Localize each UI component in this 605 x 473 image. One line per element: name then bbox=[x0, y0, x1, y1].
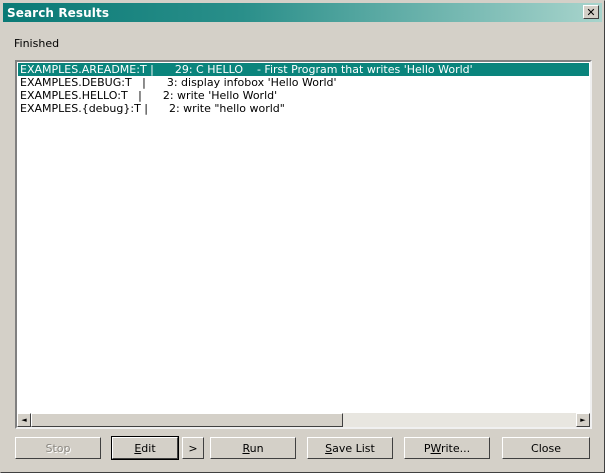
edit-button-label: Edit bbox=[134, 441, 156, 455]
more-button[interactable]: > bbox=[182, 437, 204, 459]
scrollbar-thumb[interactable] bbox=[31, 413, 343, 427]
more-button-label: > bbox=[188, 441, 198, 455]
save-list-button-label: Save List bbox=[325, 441, 375, 455]
result-item[interactable]: EXAMPLES.{debug}:T | 2: write "hello wor… bbox=[18, 102, 589, 115]
arrow-right-icon: ► bbox=[580, 415, 586, 424]
results-list[interactable]: EXAMPLES.AREADME:T | 29: C HELLO - First… bbox=[15, 60, 592, 429]
window-title: Search Results bbox=[7, 5, 110, 20]
close-button[interactable]: Close bbox=[502, 437, 590, 459]
save-list-button[interactable]: Save List bbox=[307, 437, 393, 459]
scroll-right-button[interactable]: ► bbox=[576, 413, 590, 427]
run-button[interactable]: Run bbox=[210, 437, 296, 459]
edit-button[interactable]: Edit bbox=[111, 436, 179, 460]
pwrite-button[interactable]: PWrite... bbox=[404, 437, 490, 459]
stop-button[interactable]: Stop bbox=[15, 437, 101, 459]
close-button-label: Close bbox=[531, 441, 561, 455]
pwrite-button-label: PWrite... bbox=[423, 441, 471, 455]
close-window-button[interactable]: ✕ bbox=[583, 5, 599, 19]
stop-button-label: Stop bbox=[45, 441, 71, 455]
horizontal-scrollbar[interactable]: ◄ ► bbox=[17, 413, 590, 427]
results-rows: EXAMPLES.AREADME:T | 29: C HELLO - First… bbox=[18, 63, 589, 115]
arrow-left-icon: ◄ bbox=[21, 415, 27, 424]
status-text: Finished bbox=[14, 37, 60, 50]
result-item[interactable]: EXAMPLES.HELLO:T | 2: write 'Hello World… bbox=[18, 89, 589, 102]
run-button-label: Run bbox=[242, 441, 264, 455]
result-item[interactable]: EXAMPLES.DEBUG:T | 3: display infobox 'H… bbox=[18, 76, 589, 89]
search-results-window: Search Results ✕ Finished EXAMPLES.AREAD… bbox=[0, 0, 605, 473]
result-item[interactable]: EXAMPLES.AREADME:T | 29: C HELLO - First… bbox=[18, 63, 589, 76]
close-icon: ✕ bbox=[586, 5, 596, 19]
title-bar[interactable]: Search Results ✕ bbox=[3, 3, 602, 22]
scroll-left-button[interactable]: ◄ bbox=[17, 413, 31, 427]
